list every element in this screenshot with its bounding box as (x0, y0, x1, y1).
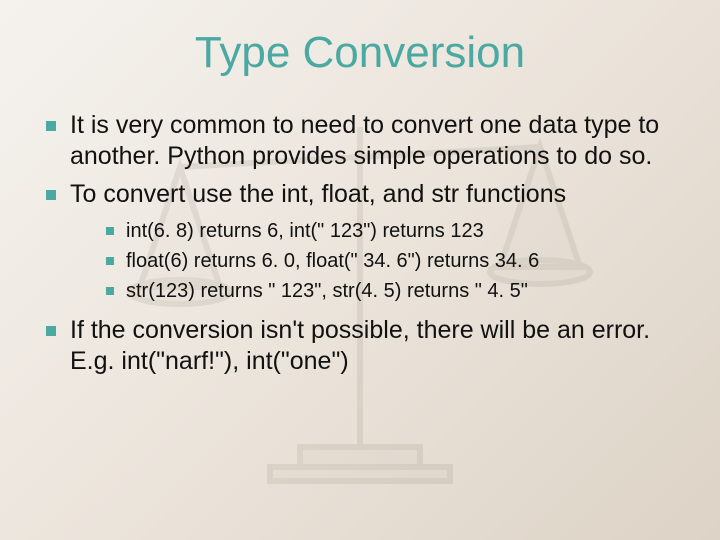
bullet-list: It is very common to need to convert one… (40, 110, 680, 377)
slide-body: It is very common to need to convert one… (40, 110, 680, 383)
slide: Type Conversion It is very common to nee… (0, 0, 720, 540)
bullet-item: It is very common to need to convert one… (40, 110, 680, 173)
bullet-text: If the conversion isn't possible, there … (70, 316, 650, 375)
sub-bullet-text: float(6) returns 6. 0, float(" 34. 6") r… (126, 250, 539, 272)
slide-title: Type Conversion (0, 28, 720, 78)
bullet-text: It is very common to need to convert one… (70, 111, 659, 170)
sub-bullet-text: int(6. 8) returns 6, int(" 123") returns… (126, 220, 484, 242)
sub-bullet-item: int(6. 8) returns 6, int(" 123") returns… (104, 218, 680, 245)
bullet-item: If the conversion isn't possible, there … (40, 315, 680, 378)
bullet-item: To convert use the int, float, and str f… (40, 179, 680, 305)
sub-bullet-text: str(123) returns " 123", str(4. 5) retur… (126, 280, 528, 302)
bullet-text: To convert use the int, float, and str f… (70, 180, 566, 208)
sub-bullet-item: str(123) returns " 123", str(4. 5) retur… (104, 278, 680, 305)
sub-bullet-list: int(6. 8) returns 6, int(" 123") returns… (70, 218, 680, 305)
sub-bullet-item: float(6) returns 6. 0, float(" 34. 6") r… (104, 248, 680, 275)
